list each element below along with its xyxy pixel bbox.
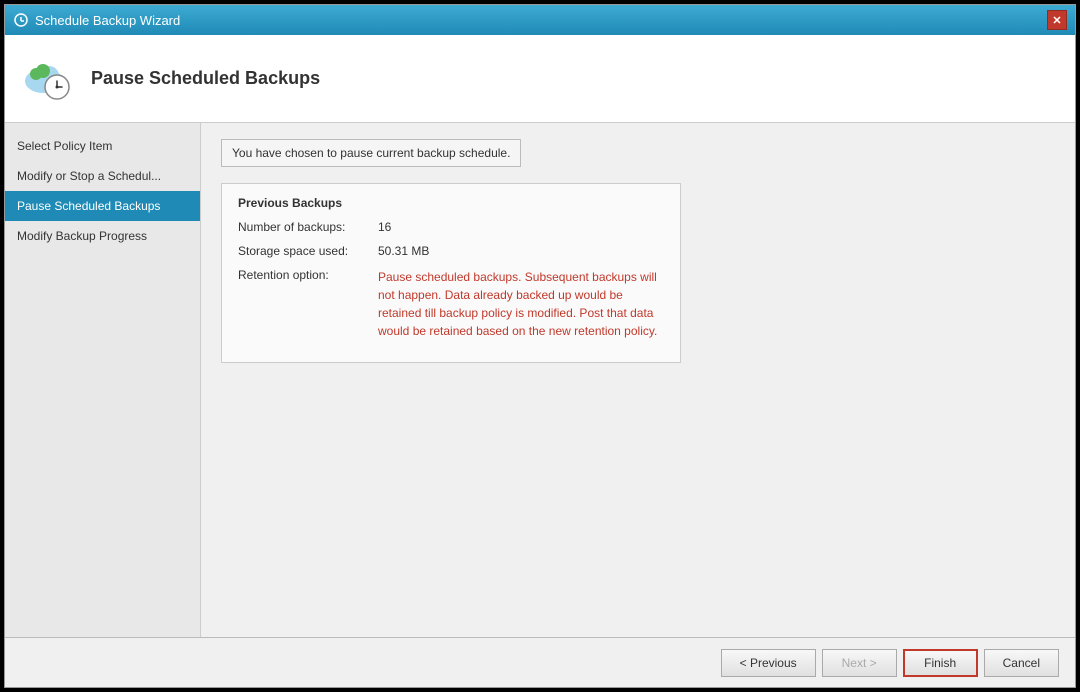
header: Pause Scheduled Backups xyxy=(5,35,1075,123)
sidebar: Select Policy Item Modify or Stop a Sche… xyxy=(5,123,201,637)
backup-info-box: Previous Backups Number of backups: 16 S… xyxy=(221,183,681,363)
window-title: Schedule Backup Wizard xyxy=(35,13,180,28)
backup-count-label: Number of backups: xyxy=(238,220,378,234)
header-icon xyxy=(21,51,77,107)
title-bar: Schedule Backup Wizard ✕ xyxy=(5,5,1075,35)
storage-space-value: 50.31 MB xyxy=(378,244,429,258)
sidebar-item-select-policy[interactable]: Select Policy Item xyxy=(5,131,200,161)
storage-space-label: Storage space used: xyxy=(238,244,378,258)
next-button[interactable]: Next > xyxy=(822,649,897,677)
backup-info-title: Previous Backups xyxy=(238,196,664,210)
close-button[interactable]: ✕ xyxy=(1047,10,1067,30)
retention-value: Pause scheduled backups. Subsequent back… xyxy=(378,268,664,340)
storage-space-row: Storage space used: 50.31 MB xyxy=(238,244,664,258)
backup-count-value: 16 xyxy=(378,220,391,234)
previous-button[interactable]: < Previous xyxy=(721,649,816,677)
info-banner: You have chosen to pause current backup … xyxy=(221,139,521,167)
sidebar-item-modify-stop[interactable]: Modify or Stop a Schedul... xyxy=(5,161,200,191)
app-icon xyxy=(13,12,29,28)
content-area: Select Policy Item Modify or Stop a Sche… xyxy=(5,123,1075,637)
main-content: You have chosen to pause current backup … xyxy=(201,123,1075,637)
finish-button[interactable]: Finish xyxy=(903,649,978,677)
wizard-window: Schedule Backup Wizard ✕ Pa xyxy=(4,4,1076,688)
title-bar-left: Schedule Backup Wizard xyxy=(13,12,180,28)
cancel-button[interactable]: Cancel xyxy=(984,649,1059,677)
sidebar-item-modify-progress[interactable]: Modify Backup Progress xyxy=(5,221,200,251)
page-title: Pause Scheduled Backups xyxy=(91,68,320,89)
backup-count-row: Number of backups: 16 xyxy=(238,220,664,234)
sidebar-item-pause-backups[interactable]: Pause Scheduled Backups xyxy=(5,191,200,221)
footer: < Previous Next > Finish Cancel xyxy=(5,637,1075,687)
retention-label: Retention option: xyxy=(238,268,378,340)
retention-option-row: Retention option: Pause scheduled backup… xyxy=(238,268,664,340)
